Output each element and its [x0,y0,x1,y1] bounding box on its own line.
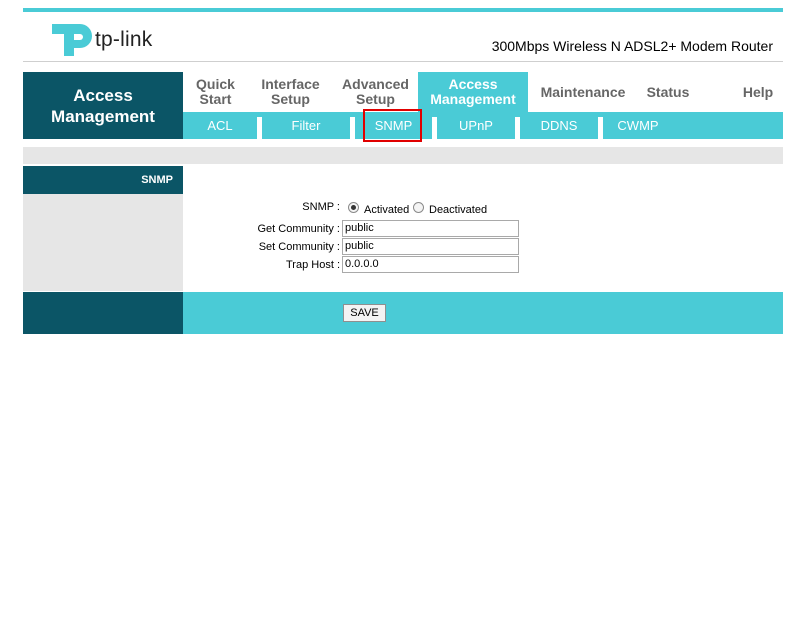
submenu-cwmp[interactable]: CWMP [603,112,673,139]
main-menu: Quick Start Interface Setup Advanced Set… [183,72,783,112]
header-divider [23,61,783,62]
save-button[interactable]: SAVE [343,304,386,322]
menu-label: Setup [356,91,395,107]
menu-label: Setup [271,91,310,107]
set-community-input[interactable]: public [342,238,519,255]
menu-maintenance[interactable]: Maintenance [528,72,638,112]
submenu-ddns[interactable]: DDNS [520,112,598,139]
trap-host-label: Trap Host : [286,259,340,271]
snmp-section-label: SNMP [23,166,183,194]
menu-label: Interface [261,76,320,92]
menu-label: Advanced [342,76,409,92]
section-title: Access Management [23,72,183,139]
snmp-label: SNMP : [302,201,340,213]
menu-label: Maintenance [540,83,626,100]
section-title-line2: Management [51,106,155,126]
footer-action-bar [183,292,783,334]
submenu-filter[interactable]: Filter [262,112,350,139]
menu-label: Quick [196,76,235,92]
left-panel [23,194,183,291]
submenu-upnp[interactable]: UPnP [437,112,515,139]
snmp-highlight-box [363,109,422,142]
menu-quick-start[interactable]: Quick Start [183,72,248,112]
section-title-line1: Access [73,85,133,105]
top-accent-bar [23,8,783,12]
trap-host-input[interactable]: 0.0.0.0 [342,256,519,273]
menu-interface-setup[interactable]: Interface Setup [248,72,333,112]
menu-access-management[interactable]: Access Management [418,72,528,112]
footer-left-panel [23,292,183,334]
menu-label: Status [646,83,690,100]
sub-menu: ACL Filter SNMP UPnP DDNS CWMP [183,112,783,139]
menu-help[interactable]: Help [733,72,783,112]
set-community-label: Set Community : [258,241,340,253]
snmp-deactivated-radio[interactable] [413,202,424,213]
menu-status[interactable]: Status [638,72,698,112]
menu-label: Help [742,83,774,100]
snmp-deactivated-label: Deactivated [429,204,488,216]
get-community-label: Get Community : [257,223,340,235]
content-top-band [23,147,783,164]
menu-label: Start [199,91,232,107]
product-name: 300Mbps Wireless N ADSL2+ Modem Router [491,38,773,54]
get-community-input[interactable]: public [342,220,519,237]
submenu-acl[interactable]: ACL [183,112,257,139]
menu-label: Management [430,91,516,107]
snmp-activated-radio[interactable] [348,202,359,213]
menu-label: Access [448,76,498,92]
snmp-activated-label: Activated [364,204,410,216]
brand-name: tp-link [95,28,153,51]
menu-advanced-setup[interactable]: Advanced Setup [333,72,418,112]
